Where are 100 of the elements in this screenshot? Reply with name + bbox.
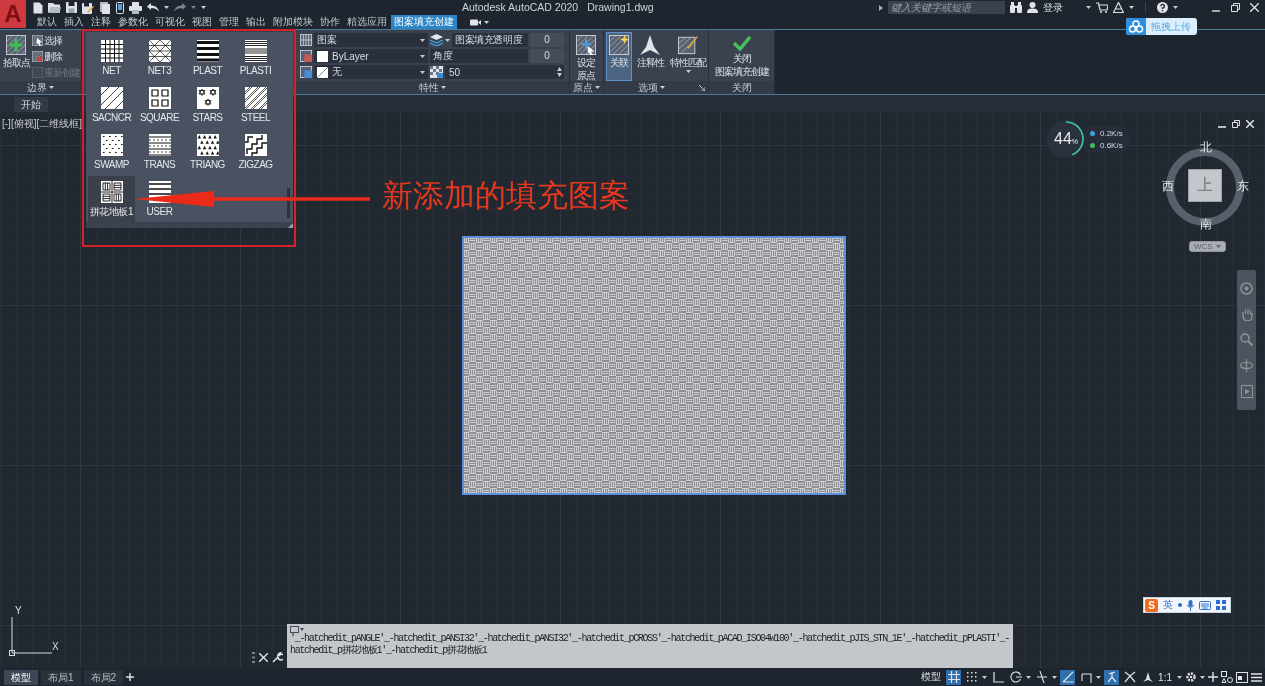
viewport-controls-label[interactable]: [-][俯视][二维线框] xyxy=(2,117,82,131)
close-icon[interactable] xyxy=(1246,120,1254,128)
option-button[interactable]: 关联 xyxy=(606,32,632,81)
folder-icon[interactable] xyxy=(48,2,61,13)
option-button[interactable]: 特性匹配 xyxy=(668,32,708,81)
caret-icon[interactable] xyxy=(595,86,600,89)
caret-icon[interactable] xyxy=(420,54,425,58)
shapes-icon[interactable] xyxy=(1221,671,1233,683)
caret-icon[interactable] xyxy=(1026,675,1032,679)
ribbon-tab[interactable]: 视图 xyxy=(189,15,215,29)
help-icon[interactable] xyxy=(1157,2,1168,13)
restore-icon[interactable] xyxy=(1232,120,1240,128)
pattern-tile[interactable]: PLAST xyxy=(184,35,231,81)
caret-icon[interactable] xyxy=(982,675,988,679)
model-space-toggle[interactable]: 模型 xyxy=(921,670,942,684)
annotation-scale-menu[interactable]: 1:1 xyxy=(1158,671,1172,683)
printer-icon[interactable] xyxy=(129,1,142,14)
ribbon-tab[interactable]: 图案填充创建 xyxy=(391,15,457,29)
search-field[interactable]: 键入关键字或短语 xyxy=(888,1,1005,14)
status-toggle-button[interactable] xyxy=(964,669,980,685)
grip-dots-icon[interactable] xyxy=(252,652,255,663)
command-window-icon[interactable] xyxy=(290,626,304,633)
triangle-icon[interactable] xyxy=(1113,2,1124,13)
redo-icon[interactable] xyxy=(174,3,186,12)
pattern-tile[interactable]: SACNCR xyxy=(88,82,135,128)
option-button[interactable]: 注释性 xyxy=(634,32,666,81)
boundary-action-button[interactable]: 选择 xyxy=(32,33,80,48)
caret-icon[interactable] xyxy=(685,70,691,73)
status-toggle-button[interactable] xyxy=(990,669,1006,685)
camera-icon[interactable] xyxy=(470,18,481,26)
scale-input[interactable]: 50 xyxy=(445,65,564,79)
compass-south-label[interactable]: 南 xyxy=(1200,217,1212,231)
background-color-dropdown[interactable]: 无 xyxy=(314,65,428,79)
caret-icon[interactable] xyxy=(660,86,665,89)
pattern-tile[interactable]: STARS xyxy=(184,82,231,128)
caret-icon[interactable] xyxy=(1052,675,1058,679)
pattern-tile[interactable]: SWAMP xyxy=(88,129,135,175)
layout-tab[interactable]: 布局1 xyxy=(41,669,81,685)
close-icon[interactable] xyxy=(259,653,268,662)
undo-icon[interactable] xyxy=(147,3,159,12)
phone-icon[interactable] xyxy=(116,1,124,14)
caret-icon[interactable] xyxy=(1129,6,1134,9)
dialog-launcher-icon[interactable] xyxy=(699,84,705,91)
caret-icon[interactable] xyxy=(49,86,54,89)
ribbon-tab[interactable]: 管理 xyxy=(216,15,242,29)
caret-icon[interactable] xyxy=(484,20,489,24)
status-toggle-button[interactable] xyxy=(946,669,962,685)
microphone-icon[interactable] xyxy=(1187,599,1194,611)
file-icon[interactable] xyxy=(33,1,43,14)
pattern-tile[interactable]: 拼花地板1 xyxy=(88,176,135,222)
pattern-tile[interactable]: TRANS xyxy=(136,129,183,175)
cart-icon[interactable] xyxy=(1096,2,1108,13)
caret-icon[interactable] xyxy=(445,38,450,42)
layout-tab[interactable]: 模型 xyxy=(4,669,38,685)
ribbon-tab[interactable]: 注释 xyxy=(88,15,114,29)
caret-icon[interactable] xyxy=(1096,675,1102,679)
resize-grip-icon[interactable] xyxy=(288,223,293,228)
ribbon-tab[interactable]: 精选应用 xyxy=(344,15,390,29)
pick-points-button[interactable]: 拾取点 xyxy=(2,32,30,81)
caret-icon[interactable] xyxy=(441,86,446,89)
gear-icon[interactable] xyxy=(1185,671,1197,683)
status-toggle-button[interactable] xyxy=(1008,669,1024,685)
menu-icon[interactable] xyxy=(1251,672,1262,682)
status-toggle-button[interactable] xyxy=(1034,669,1050,685)
steering-wheel-icon[interactable] xyxy=(1240,282,1253,296)
layout-tab[interactable]: 布局2 xyxy=(83,669,124,685)
ribbon-tab[interactable]: 默认 xyxy=(34,15,60,29)
caret-icon[interactable] xyxy=(420,70,425,74)
sign-in-link[interactable]: 登录 xyxy=(1043,0,1063,15)
expand-triangle-icon[interactable] xyxy=(879,4,883,11)
ribbon-tab[interactable]: 协作 xyxy=(317,15,343,29)
set-origin-button[interactable]: 设定 原点 xyxy=(572,32,600,81)
ime-mode-toggle[interactable]: 英 xyxy=(1163,599,1173,611)
transparency-input[interactable]: 0 xyxy=(530,33,564,47)
dot-icon[interactable] xyxy=(1178,603,1182,607)
hatch-color-dropdown[interactable]: ByLayer xyxy=(314,49,428,63)
scrollbar-thumb[interactable] xyxy=(287,188,290,218)
boundary-action-button[interactable]: 删除 xyxy=(32,49,80,64)
binoculars-icon[interactable] xyxy=(1010,2,1022,13)
grid-icon[interactable] xyxy=(1216,600,1226,610)
caret-icon[interactable] xyxy=(420,38,425,42)
caret-icon[interactable] xyxy=(1173,6,1178,9)
ribbon-tab[interactable]: 可视化 xyxy=(152,15,188,29)
pattern-tile[interactable]: SQUARE xyxy=(136,82,183,128)
document-stack-icon[interactable] xyxy=(99,1,111,14)
ribbon-tab[interactable]: 参数化 xyxy=(115,15,151,29)
transparency-field[interactable]: 图案填充透明度 xyxy=(452,33,528,47)
pattern-tile[interactable]: NET3 xyxy=(136,35,183,81)
compass-north-label[interactable]: 北 xyxy=(1200,140,1212,154)
status-toggle-button[interactable] xyxy=(1060,669,1076,685)
ribbon-tab[interactable]: 输出 xyxy=(243,15,269,29)
film-icon[interactable] xyxy=(1240,384,1253,398)
caret-icon[interactable] xyxy=(1177,675,1182,679)
orbit-icon[interactable] xyxy=(1240,359,1253,373)
pattern-tile[interactable]: STEEL xyxy=(232,82,279,128)
caret-icon[interactable] xyxy=(1086,6,1091,9)
restore-icon[interactable] xyxy=(1231,3,1240,12)
pattern-tile[interactable]: ZIGZAG xyxy=(232,129,279,175)
caret-icon[interactable] xyxy=(164,6,169,9)
close-hatch-button[interactable]: 关闭 图案填充创建 xyxy=(711,32,773,81)
